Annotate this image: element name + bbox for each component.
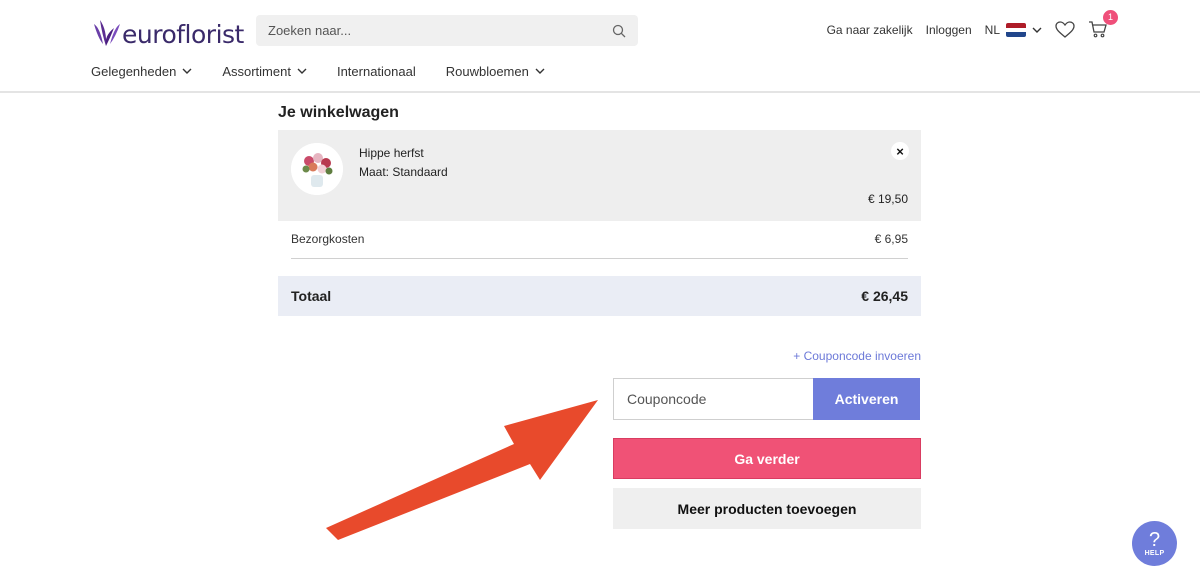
coupon-form: Activeren bbox=[613, 378, 920, 420]
shipping-row: Bezorgkosten € 6,95 bbox=[291, 232, 908, 259]
add-more-products-button[interactable]: Meer producten toevoegen bbox=[613, 488, 921, 529]
nav-label: Gelegenheden bbox=[91, 64, 177, 79]
help-label: HELP bbox=[1144, 550, 1165, 557]
nav-label: Rouwbloemen bbox=[445, 64, 529, 79]
product-image[interactable] bbox=[291, 143, 343, 195]
chevron-down-icon bbox=[182, 68, 192, 74]
cart-title: Je winkelwagen bbox=[278, 104, 399, 121]
nav-item-rouwbloemen[interactable]: Rouwbloemen bbox=[446, 64, 545, 79]
netherlands-flag-icon bbox=[1006, 23, 1026, 37]
chevron-down-icon bbox=[1032, 27, 1042, 33]
nav-item-assortiment[interactable]: Assortiment bbox=[222, 64, 307, 79]
item-price: € 19,50 bbox=[867, 192, 908, 206]
cart-button[interactable]: 1 bbox=[1088, 9, 1118, 41]
cart-item: Hippe herfst Maat: Standaard € 19,50 × bbox=[278, 130, 921, 221]
search-bar[interactable] bbox=[256, 15, 638, 46]
pointer-arrow-icon bbox=[326, 400, 598, 540]
nav-label: Assortiment bbox=[222, 64, 291, 79]
continue-button[interactable]: Ga verder bbox=[613, 438, 921, 479]
total-label: Totaal bbox=[291, 288, 332, 304]
chevron-down-icon bbox=[535, 68, 545, 74]
chevron-down-icon bbox=[297, 68, 307, 74]
shipping-label: Bezorgkosten bbox=[291, 232, 365, 246]
shipping-value: € 6,95 bbox=[874, 232, 908, 246]
nav-item-gelegenheden[interactable]: Gelegenheden bbox=[91, 64, 192, 79]
nav-item-internationaal[interactable]: Internationaal bbox=[337, 64, 416, 79]
tulip-logo-icon bbox=[94, 20, 120, 46]
coupon-toggle-link[interactable]: + Couponcode invoeren bbox=[793, 349, 921, 363]
remove-item-button[interactable]: × bbox=[891, 142, 909, 160]
main-nav: Gelegenheden Assortiment Internationaal … bbox=[91, 64, 545, 79]
item-size: Maat: Standaard bbox=[359, 165, 448, 179]
cart-count-badge: 1 bbox=[1103, 9, 1118, 25]
logo-text: euroflorist bbox=[122, 20, 244, 49]
heart-icon[interactable] bbox=[1055, 21, 1075, 39]
flower-bouquet-icon bbox=[291, 143, 343, 195]
total-row: Totaal € 26,45 bbox=[278, 276, 921, 316]
login-link[interactable]: Inloggen bbox=[926, 23, 972, 37]
language-code: NL bbox=[984, 23, 1000, 37]
search-input[interactable] bbox=[268, 23, 612, 38]
nav-label: Internationaal bbox=[336, 64, 416, 79]
item-name[interactable]: Hippe herfst bbox=[359, 146, 424, 160]
top-links: Ga naar zakelijk Inloggen NL 1 bbox=[827, 9, 1118, 46]
site-header: euroflorist Ga naar zakelijk Inloggen NL bbox=[0, 0, 1200, 93]
question-mark-icon: ? bbox=[1148, 529, 1161, 551]
coupon-input[interactable] bbox=[613, 378, 813, 420]
activate-coupon-button[interactable]: Activeren bbox=[813, 378, 920, 420]
language-selector[interactable]: NL bbox=[985, 23, 1042, 37]
search-icon[interactable] bbox=[612, 24, 626, 38]
logo[interactable]: euroflorist bbox=[90, 12, 244, 50]
help-button[interactable]: ? HELP bbox=[1132, 521, 1177, 566]
business-link[interactable]: Ga naar zakelijk bbox=[827, 23, 913, 37]
total-value: € 26,45 bbox=[861, 288, 908, 304]
